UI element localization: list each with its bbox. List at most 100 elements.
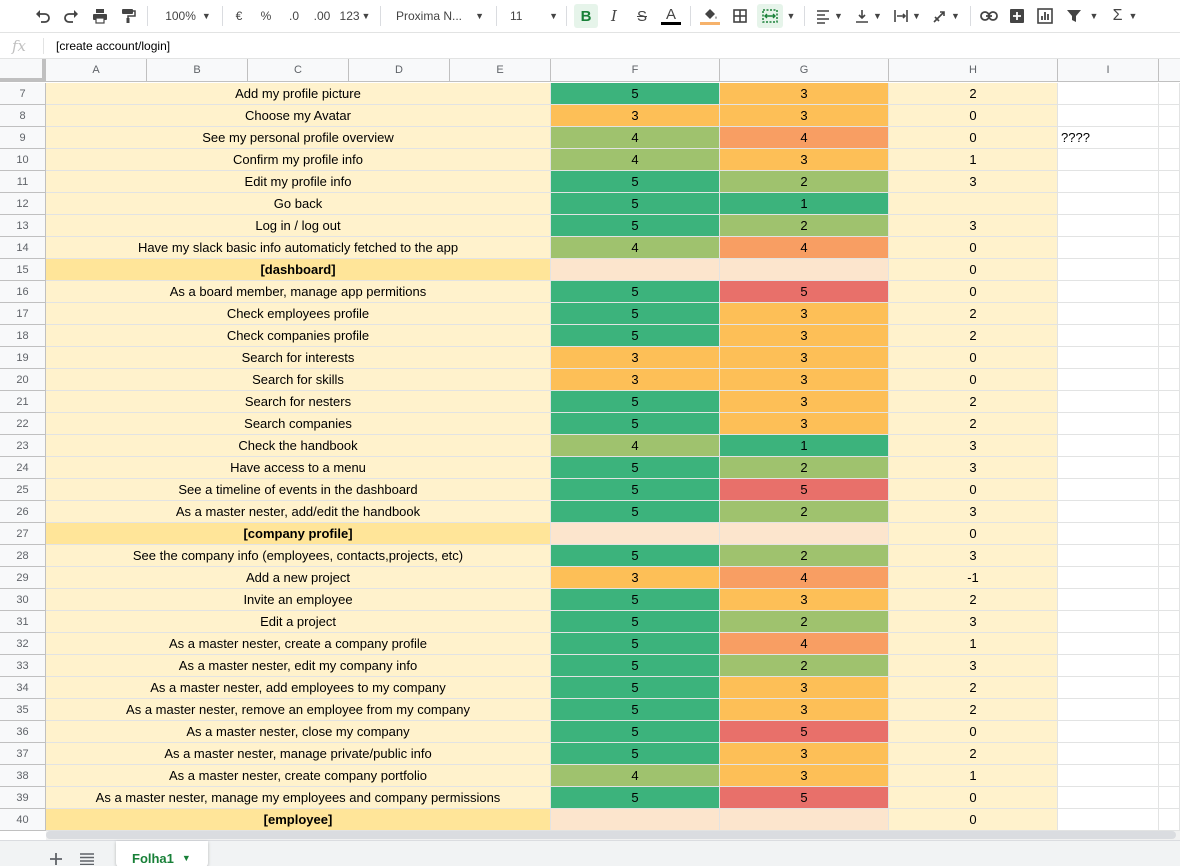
row-header[interactable]: 16 [0,281,46,303]
empty-j-cell[interactable] [1159,413,1180,435]
note-i-cell[interactable] [1058,303,1159,325]
row-header[interactable]: 31 [0,611,46,633]
score-h-cell[interactable] [889,193,1058,215]
score-h-cell[interactable]: 3 [889,611,1058,633]
row-header[interactable]: 37 [0,743,46,765]
score-g-cell[interactable]: 3 [720,699,889,721]
font-family-select[interactable]: Proxima N... ▼ [392,4,488,28]
empty-j-cell[interactable] [1159,457,1180,479]
note-i-cell[interactable] [1058,589,1159,611]
filter-icon[interactable]: ▼ [1062,4,1102,28]
score-f-cell[interactable]: 5 [551,501,720,523]
score-h-cell[interactable]: 3 [889,171,1058,193]
empty-j-cell[interactable] [1159,435,1180,457]
score-g-cell[interactable]: 3 [720,325,889,347]
row-header[interactable]: 28 [0,545,46,567]
note-i-cell[interactable] [1058,633,1159,655]
score-g-cell[interactable] [720,523,889,545]
story-cell[interactable]: Add my profile picture [46,83,551,105]
story-cell[interactable]: See a timeline of events in the dashboar… [46,479,551,501]
score-h-cell[interactable]: 0 [889,479,1058,501]
score-h-cell[interactable]: 3 [889,457,1058,479]
score-h-cell[interactable]: 2 [889,677,1058,699]
score-f-cell[interactable]: 5 [551,391,720,413]
score-h-cell[interactable]: 3 [889,435,1058,457]
score-g-cell[interactable]: 4 [720,567,889,589]
column-header-b[interactable]: B [147,59,248,81]
score-f-cell[interactable]: 5 [551,83,720,105]
note-i-cell[interactable] [1058,435,1159,457]
score-f-cell[interactable]: 4 [551,237,720,259]
score-g-cell[interactable]: 5 [720,479,889,501]
story-cell[interactable]: As a master nester, manage my employees … [46,787,551,809]
score-g-cell[interactable]: 2 [720,501,889,523]
score-h-cell[interactable]: 3 [889,655,1058,677]
section-header-cell[interactable]: [employee] [46,809,551,831]
score-h-cell[interactable]: 2 [889,325,1058,347]
score-f-cell[interactable]: 5 [551,193,720,215]
note-i-cell[interactable] [1058,149,1159,171]
increase-decimal-button[interactable]: .00 [310,4,334,28]
insert-comment-icon[interactable] [1005,4,1029,28]
empty-j-cell[interactable] [1159,149,1180,171]
story-cell[interactable]: As a master nester, add employees to my … [46,677,551,699]
note-i-cell[interactable] [1058,655,1159,677]
score-g-cell[interactable]: 5 [720,281,889,303]
print-icon[interactable] [89,4,111,28]
story-cell[interactable]: Search for skills [46,369,551,391]
score-g-cell[interactable]: 4 [720,127,889,149]
story-cell[interactable]: See the company info (employees, contact… [46,545,551,567]
score-h-cell[interactable]: 0 [889,523,1058,545]
score-h-cell[interactable]: 3 [889,215,1058,237]
score-g-cell[interactable]: 5 [720,721,889,743]
score-h-cell[interactable]: 2 [889,699,1058,721]
score-f-cell[interactable]: 3 [551,347,720,369]
empty-j-cell[interactable] [1159,391,1180,413]
column-header-a[interactable]: A [46,59,147,81]
score-g-cell[interactable]: 5 [720,787,889,809]
horizontal-align-icon[interactable]: ▼ [812,4,846,28]
score-f-cell[interactable]: 3 [551,105,720,127]
undo-icon[interactable] [32,4,54,28]
row-header[interactable]: 29 [0,567,46,589]
score-g-cell[interactable]: 3 [720,149,889,171]
empty-j-cell[interactable] [1159,193,1180,215]
column-header-h[interactable]: H [889,59,1058,81]
story-cell[interactable]: As a master nester, close my company [46,721,551,743]
row-header[interactable]: 35 [0,699,46,721]
score-f-cell[interactable]: 3 [551,567,720,589]
score-h-cell[interactable]: 0 [889,127,1058,149]
score-g-cell[interactable]: 3 [720,369,889,391]
section-header-cell[interactable]: [dashboard] [46,259,551,281]
row-header[interactable]: 34 [0,677,46,699]
score-f-cell[interactable] [551,259,720,281]
empty-j-cell[interactable] [1159,325,1180,347]
empty-j-cell[interactable] [1159,765,1180,787]
sheet-tab-folha1[interactable]: Folha1 ▼ [116,841,208,866]
row-header[interactable]: 22 [0,413,46,435]
story-cell[interactable]: As a master nester, edit my company info [46,655,551,677]
note-i-cell[interactable] [1058,501,1159,523]
note-i-cell[interactable] [1058,809,1159,831]
score-h-cell[interactable]: 2 [889,83,1058,105]
score-f-cell[interactable]: 5 [551,215,720,237]
note-i-cell[interactable] [1058,215,1159,237]
row-header[interactable]: 38 [0,765,46,787]
decrease-decimal-button[interactable]: .0 [283,4,305,28]
score-f-cell[interactable]: 5 [551,633,720,655]
column-header-i[interactable]: I [1058,59,1159,81]
score-h-cell[interactable]: 3 [889,501,1058,523]
score-g-cell[interactable]: 3 [720,677,889,699]
note-i-cell[interactable] [1058,413,1159,435]
note-i-cell[interactable] [1058,545,1159,567]
row-header[interactable]: 20 [0,369,46,391]
story-cell[interactable]: As a master nester, add/edit the handboo… [46,501,551,523]
note-i-cell[interactable] [1058,479,1159,501]
empty-j-cell[interactable] [1159,369,1180,391]
score-g-cell[interactable]: 2 [720,611,889,633]
score-h-cell[interactable]: 0 [889,721,1058,743]
empty-j-cell[interactable] [1159,699,1180,721]
note-i-cell[interactable] [1058,457,1159,479]
score-h-cell[interactable]: 1 [889,765,1058,787]
score-f-cell[interactable]: 4 [551,149,720,171]
